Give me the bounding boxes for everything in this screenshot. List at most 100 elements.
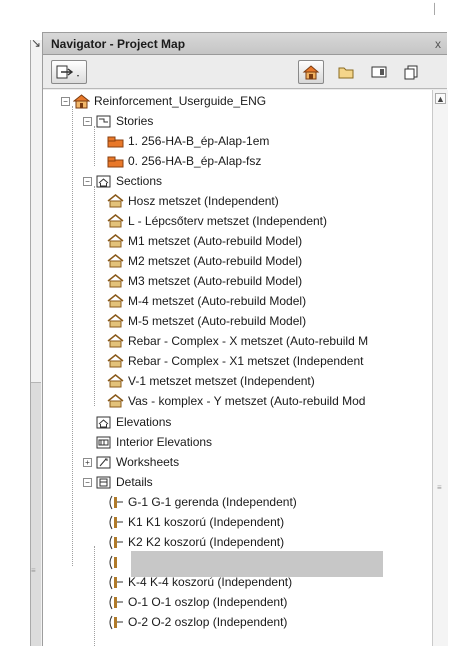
left-dock-strip: ↘ ≡ [0, 0, 42, 646]
collapse-arrow-icon[interactable]: ↘ [31, 36, 41, 50]
collapse-toggle-icon[interactable]: − [83, 116, 92, 126]
section-item[interactable]: M3 metszet (Auto-rebuild Model) [107, 271, 302, 291]
elevations-label: Elevations [116, 415, 172, 429]
section-item[interactable]: Vas - komplex - Y metszet (Auto-rebuild … [107, 391, 365, 411]
scroll-up-icon[interactable]: ▲ [435, 93, 446, 104]
detail-item[interactable]: G-1 G-1 gerenda (Independent) [107, 492, 297, 512]
detail-item[interactable]: K1 K1 koszorú (Independent) [107, 512, 284, 532]
tree-scrollbar[interactable]: ▲ ≡ [432, 90, 448, 646]
sections-label: Sections [116, 174, 163, 188]
detail-marker-icon [107, 595, 124, 610]
section-label: Rebar - Complex - X1 metszet (Independen… [128, 354, 364, 368]
section-house-icon [107, 274, 124, 289]
project-name: Reinforcement_Userguide_ENG [94, 94, 267, 108]
stories-icon [95, 114, 112, 129]
tree-guide-line [94, 126, 95, 166]
detail-label: G-1 G-1 gerenda (Independent) [128, 495, 297, 509]
worksheets-label: Worksheets [116, 455, 180, 469]
tree-guide-line [72, 106, 73, 566]
section-label: V-1 metszet metszet (Independent) [128, 374, 315, 388]
scrollbar-grip-icon[interactable]: ≡ [437, 483, 442, 492]
detail-item[interactable]: K2 K2 koszorú (Independent) [107, 532, 284, 552]
story-item[interactable]: 0. 256-HA-B_ép-Alap-fsz [107, 151, 261, 171]
publisher-sets-button[interactable] [399, 60, 425, 84]
sections-icon [95, 174, 112, 189]
redaction-block [131, 551, 383, 577]
section-house-icon [107, 334, 124, 349]
tree-item-interior-elevations[interactable]: Interior Elevations [95, 432, 212, 452]
detail-item[interactable]: O-1 O-1 oszlop (Independent) [107, 592, 287, 612]
collapse-toggle-icon[interactable]: − [83, 176, 92, 186]
panel-title-bar[interactable]: Navigator - Project Map x [43, 33, 447, 55]
tree-item-worksheets[interactable]: + Worksheets [83, 452, 179, 472]
story-label: 1. 256-HA-B_ép-Alap-1em [128, 134, 270, 148]
details-label: Details [116, 475, 153, 489]
interior-elevations-icon [95, 435, 112, 450]
section-label: L - Lépcsőterv metszet (Independent) [128, 214, 327, 228]
section-item[interactable]: Rebar - Complex - X metszet (Auto-rebuil… [107, 331, 368, 351]
expand-toggle-icon[interactable]: + [83, 457, 92, 467]
tree-guide-line [94, 186, 95, 406]
section-house-icon [107, 314, 124, 329]
publisher-sets-icon [404, 65, 418, 80]
detail-label: K2 K2 koszorú (Independent) [128, 535, 285, 549]
navigator-toolbar [43, 55, 447, 89]
section-label: M-5 metszet (Auto-rebuild Model) [128, 314, 307, 328]
section-item[interactable]: M-5 metszet (Auto-rebuild Model) [107, 311, 306, 331]
top-bar: │ [42, 0, 442, 32]
section-house-icon [107, 374, 124, 389]
collapse-toggle-icon[interactable]: − [83, 477, 92, 487]
story-item[interactable]: 1. 256-HA-B_ép-Alap-1em [107, 131, 269, 151]
section-house-icon [107, 234, 124, 249]
dock-scroll-area [31, 382, 41, 646]
tree-item-elevations[interactable]: Elevations [95, 412, 171, 432]
section-house-icon [107, 394, 124, 409]
section-item[interactable]: M1 metszet (Auto-rebuild Model) [107, 231, 302, 251]
tree-item-stories[interactable]: − Stories [83, 111, 153, 131]
view-map-icon [56, 65, 79, 79]
view-map-folder-button[interactable] [333, 60, 359, 84]
section-item[interactable]: Hosz metszet (Independent) [107, 191, 279, 211]
worksheets-icon [95, 455, 112, 470]
close-icon[interactable]: x [435, 33, 441, 55]
collapse-toggle-icon[interactable]: − [61, 96, 70, 106]
detail-item[interactable]: O-2 O-2 oszlop (Independent) [107, 612, 287, 632]
tree-root[interactable]: − Reinforcement_Userguide_ENG [61, 91, 266, 111]
detail-label: O-2 O-2 oszlop (Independent) [128, 615, 288, 629]
interior-elevations-label: Interior Elevations [116, 435, 213, 449]
detail-marker-icon [107, 515, 124, 530]
elevations-icon [95, 415, 112, 430]
layout-book-button[interactable] [366, 60, 392, 84]
section-item[interactable]: L - Lépcsőterv metszet (Independent) [107, 211, 327, 231]
project-map-icon [302, 65, 320, 80]
section-house-icon [107, 294, 124, 309]
section-house-icon [107, 194, 124, 209]
section-label: Hosz metszet (Independent) [128, 194, 279, 208]
detail-marker-icon [107, 615, 124, 630]
detail-marker-icon [107, 555, 124, 570]
layout-book-icon [371, 66, 387, 78]
stories-label: Stories [116, 114, 154, 128]
section-house-icon [107, 214, 124, 229]
view-map-button[interactable] [51, 60, 87, 84]
tree-item-sections[interactable]: − Sections [83, 171, 162, 191]
detail-item-redacted[interactable] [107, 552, 128, 572]
grip-icon: ≡ [31, 566, 36, 575]
section-label: M3 metszet (Auto-rebuild Model) [128, 274, 303, 288]
detail-label: K1 K1 koszorú (Independent) [128, 515, 285, 529]
section-item[interactable]: Rebar - Complex - X1 metszet (Independen… [107, 351, 363, 371]
story-icon [107, 134, 124, 149]
section-house-icon [107, 254, 124, 269]
tree-item-details[interactable]: − Details [83, 472, 153, 492]
section-item[interactable]: M2 metszet (Auto-rebuild Model) [107, 251, 302, 271]
details-icon [95, 475, 112, 490]
detail-marker-icon [107, 535, 124, 550]
project-map-button[interactable] [298, 60, 324, 84]
section-item[interactable]: M-4 metszet (Auto-rebuild Model) [107, 291, 306, 311]
story-label: 0. 256-HA-B_ép-Alap-fsz [128, 154, 262, 168]
story-icon [107, 154, 124, 169]
section-item[interactable]: V-1 metszet metszet (Independent) [107, 371, 315, 391]
detail-marker-icon [107, 495, 124, 510]
detail-label: O-1 O-1 oszlop (Independent) [128, 595, 288, 609]
view-map-folder-icon [338, 67, 354, 79]
